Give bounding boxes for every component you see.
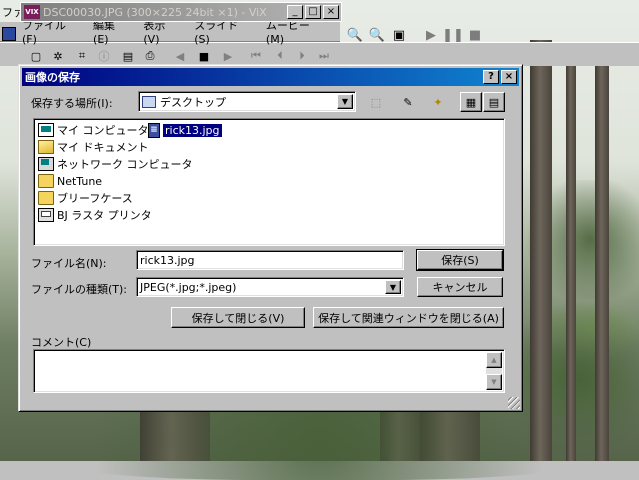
- monitor-icon[interactable]: ▣: [390, 26, 408, 44]
- app-side-icon: [2, 27, 16, 41]
- list-item-label: rick13.jpg: [162, 122, 223, 138]
- list-view-icon[interactable]: ▦: [460, 92, 482, 112]
- save-and-close-related-button[interactable]: 保存して関連ウィンドウを閉じる(A): [313, 307, 504, 328]
- comment-field[interactable]: ▲ ▼: [33, 349, 505, 393]
- new-folder-icon[interactable]: ✦: [427, 92, 449, 112]
- filename-value: rick13.jpg: [140, 253, 195, 267]
- list-item[interactable]: マイ ドキュメント: [38, 139, 149, 155]
- background-app-window: ファイル(F) 編集(E) 表示(V) スライド(S) ムービー(M) ファ V…: [0, 0, 639, 66]
- save-location-label: 保存する場所(I):: [31, 97, 113, 110]
- prev-icon[interactable]: ◀: [172, 48, 188, 64]
- pause-icon[interactable]: ❚❚: [442, 26, 464, 44]
- list-item-label: BJ ラスタ プリンタ: [57, 209, 152, 222]
- desktop-shortcut-icon[interactable]: ✎: [397, 92, 419, 112]
- first-icon[interactable]: ⏮: [248, 48, 264, 64]
- list-item[interactable]: ブリーフケース: [38, 190, 133, 206]
- save-image-dialog: 画像の保存 ? × 保存する場所(I): デスクトップ ▼ ⬚ ✎ ✦ ▦ ▤ …: [18, 64, 523, 412]
- scroll-up-icon[interactable]: ▲: [486, 352, 502, 368]
- comment-scrollbar[interactable]: ▲ ▼: [486, 352, 502, 390]
- last-icon[interactable]: ⏭: [316, 48, 332, 64]
- comment-label: コメント(C): [31, 336, 92, 349]
- filetype-label: ファイルの種類(T):: [31, 283, 128, 296]
- details-view-icon[interactable]: ▤: [483, 92, 505, 112]
- app-menubar: ファイル(F) 編集(E) 表示(V) スライド(S) ムービー(M): [0, 19, 340, 46]
- list-item-selected[interactable]: ≡ rick13.jpg: [148, 122, 223, 138]
- info-icon[interactable]: ⓘ: [96, 48, 112, 64]
- step-forward-icon[interactable]: ⏵: [294, 48, 310, 64]
- list-item-label: NetTune: [57, 174, 103, 188]
- printer-icon: [38, 208, 54, 222]
- zoom-in-icon[interactable]: 🔍: [346, 26, 364, 44]
- print-icon[interactable]: ⎙: [142, 48, 158, 64]
- dialog-close-button[interactable]: ×: [501, 70, 517, 84]
- cancel-button[interactable]: キャンセル: [417, 277, 503, 297]
- save-location-value: デスクトップ: [160, 95, 226, 109]
- filename-field[interactable]: rick13.jpg: [136, 250, 404, 270]
- save-button[interactable]: 保存(S): [416, 249, 504, 271]
- filetype-dropdown[interactable]: JPEG(*.jpg;*.jpeg) ▼: [136, 277, 404, 297]
- save-location-dropdown[interactable]: デスクトップ ▼: [138, 91, 356, 112]
- list-item[interactable]: NetTune: [38, 173, 102, 189]
- chevron-down-icon[interactable]: ▼: [385, 280, 401, 294]
- scroll-down-icon[interactable]: ▼: [486, 374, 502, 390]
- app-titlebar: VIX DSC00030.JPG (300×225 24bit ×1) - Vi…: [20, 2, 342, 22]
- vix-logo-icon: VIX: [24, 5, 40, 19]
- list-item[interactable]: マイ コンピュータ: [38, 122, 149, 138]
- folder-icon: [38, 174, 54, 188]
- resize-grip-icon[interactable]: [508, 397, 520, 409]
- dialog-title: 画像の保存: [25, 71, 80, 84]
- app-title: DSC00030.JPG (300×225 24bit ×1) - ViX: [43, 5, 267, 19]
- sparkle-icon[interactable]: ✲: [50, 48, 66, 64]
- next-icon[interactable]: ▶: [220, 48, 236, 64]
- list-item-label: マイ コンピュータ: [57, 124, 149, 137]
- list-item-label: ネットワーク コンピュータ: [57, 158, 193, 171]
- stop-small-icon[interactable]: ■: [196, 48, 212, 64]
- up-folder-icon[interactable]: ⬚: [365, 92, 387, 112]
- maximize-button[interactable]: □: [305, 5, 321, 19]
- filename-label: ファイル名(N):: [31, 257, 107, 270]
- stop-icon[interactable]: ■: [466, 26, 484, 44]
- save-and-close-button[interactable]: 保存して閉じる(V): [171, 307, 305, 328]
- list-item[interactable]: BJ ラスタ プリンタ: [38, 207, 152, 223]
- folder-icon: [38, 140, 54, 154]
- list-item-label: マイ ドキュメント: [57, 141, 149, 154]
- zoom-out-icon[interactable]: 🔍: [368, 26, 386, 44]
- crop-icon[interactable]: ⌗: [74, 48, 90, 64]
- play-icon[interactable]: ▶: [422, 26, 440, 44]
- minimize-button[interactable]: _: [287, 5, 303, 19]
- folder-icon: [38, 191, 54, 205]
- filetype-value: JPEG(*.jpg;*.jpeg): [140, 280, 237, 294]
- help-button[interactable]: ?: [483, 70, 499, 84]
- list-item[interactable]: ネットワーク コンピュータ: [38, 156, 193, 172]
- file-list[interactable]: マイ コンピュータ マイ ドキュメント ネットワーク コンピュータ NetTun…: [33, 118, 505, 246]
- computer-icon: [38, 123, 54, 137]
- list-item-label: ブリーフケース: [57, 192, 133, 205]
- jpeg-file-icon: ≡: [148, 122, 160, 138]
- chevron-down-icon[interactable]: ▼: [337, 94, 353, 109]
- copy-icon[interactable]: ▤: [120, 48, 136, 64]
- step-back-icon[interactable]: ⏴: [272, 48, 288, 64]
- open-icon[interactable]: ▢: [28, 48, 44, 64]
- dialog-titlebar: 画像の保存 ? ×: [22, 68, 519, 86]
- desktop-icon: [142, 95, 156, 108]
- network-icon: [38, 157, 54, 171]
- close-button[interactable]: ×: [323, 5, 339, 19]
